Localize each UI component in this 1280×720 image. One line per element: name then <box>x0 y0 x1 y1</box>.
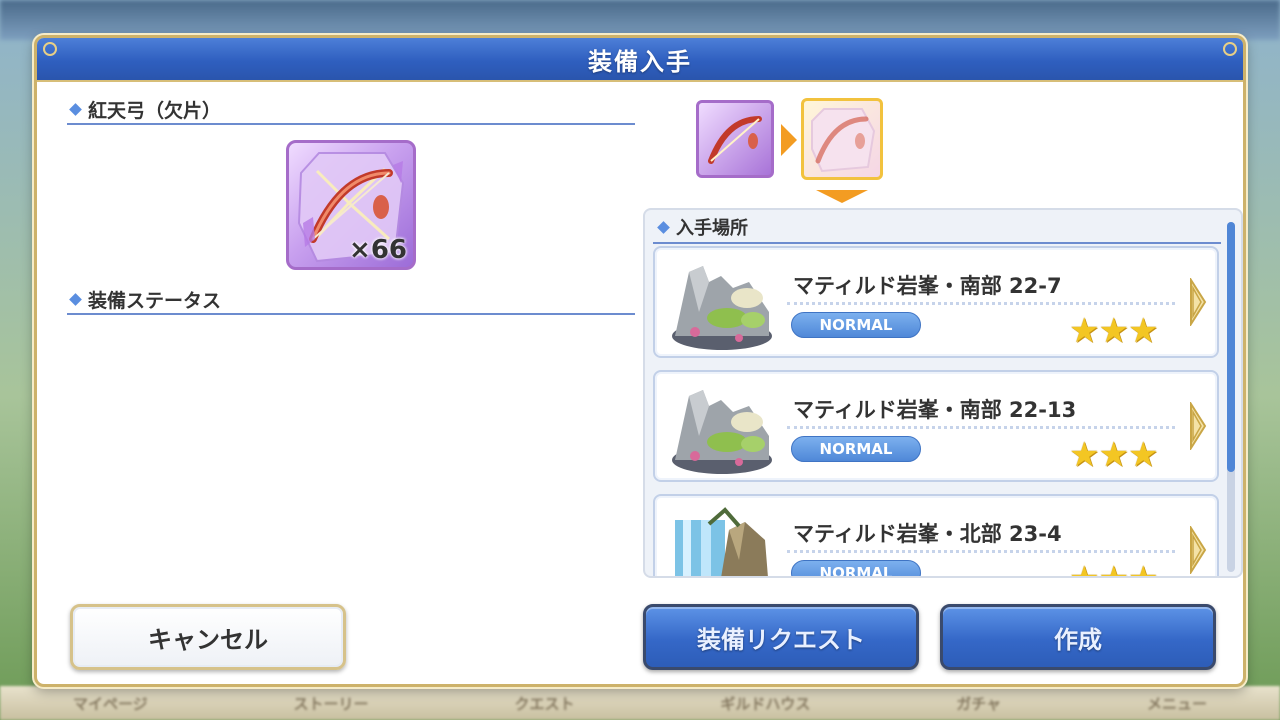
divider <box>67 313 635 315</box>
star-icon: ★ <box>1069 562 1099 576</box>
source-card[interactable]: マティルド岩峯・南部 22-7 NORMAL ★ ★ ★ <box>653 246 1219 358</box>
chevron-right-icon[interactable] <box>1189 278 1207 326</box>
star-rating: ★ ★ ★ <box>1069 435 1159 475</box>
source-card[interactable]: マティルド岩峯・南部 22-13 NORMAL ★ ★ ★ <box>653 370 1219 482</box>
background-top-bar <box>0 0 1280 40</box>
item-name-heading: 紅天弓（欠片） <box>67 96 221 123</box>
sources-label: 入手場所 <box>676 218 748 239</box>
acquisition-sources-panel[interactable]: 入手場所 マティルド岩峯・南部 22-7 NORMAL ★ ★ ★ マティルド岩… <box>643 208 1243 578</box>
dotted-divider <box>787 426 1175 429</box>
star-rating: ★ ★ ★ <box>1069 562 1158 576</box>
star-rating: ★ ★ ★ <box>1069 311 1159 351</box>
item-name: 紅天弓（欠片） <box>88 100 222 122</box>
item-quantity: ×66 <box>349 235 407 265</box>
crimson-bow-blueprint-icon[interactable] <box>801 98 883 180</box>
equipment-acquire-dialog: 装備入手 紅天弓（欠片） ×66 装備ステータス 入手場所 マティルド岩峯・南部… <box>34 35 1246 687</box>
background-bottom-nav: マイページ ストーリー クエスト ギルドハウス ガチャ メニュー <box>0 686 1280 720</box>
star-icon: ★ <box>1098 435 1129 475</box>
star-icon: ★ <box>1127 435 1159 475</box>
nav-quest: クエスト <box>514 694 575 713</box>
dialog-title: 装備入手 <box>588 47 692 76</box>
star-icon: ★ <box>1128 562 1158 576</box>
difficulty-badge: NORMAL <box>791 312 921 338</box>
status-heading: 装備ステータス <box>67 286 221 313</box>
rocky-peak-icon <box>672 266 772 350</box>
stage-name: マティルド岩峯・南部 22-7 <box>793 274 1062 298</box>
nav-gacha: ガチャ <box>956 694 1002 713</box>
nav-mypage: マイページ <box>72 694 148 713</box>
diamond-bullet-icon <box>657 220 670 234</box>
stage-name: マティルド岩峯・南部 22-13 <box>793 398 1077 422</box>
chevron-right-icon[interactable] <box>1189 402 1207 450</box>
chevron-right-icon[interactable] <box>1189 526 1207 574</box>
crimson-bow-fragment-icon[interactable] <box>696 100 774 178</box>
nav-menu: メニュー <box>1147 694 1208 713</box>
divider <box>653 242 1221 244</box>
crimson-bow-fragment-icon[interactable]: ×66 <box>286 140 416 270</box>
ornament-icon <box>1223 42 1237 56</box>
scrollbar-thumb[interactable] <box>1227 222 1235 472</box>
equipment-request-button[interactable]: 装備リクエスト <box>643 604 919 670</box>
star-icon: ★ <box>1098 311 1129 351</box>
star-icon: ★ <box>1069 435 1100 475</box>
arrow-down-icon <box>816 190 868 203</box>
difficulty-badge: NORMAL <box>791 560 921 576</box>
cancel-button[interactable]: キャンセル <box>70 604 346 670</box>
waterfall-cliff-icon <box>675 507 768 576</box>
source-card[interactable]: マティルド岩峯・北部 23-4 NORMAL ★ ★ ★ <box>653 494 1219 576</box>
dotted-divider <box>787 550 1175 553</box>
dialog-header: 装備入手 <box>37 38 1243 82</box>
star-icon: ★ <box>1127 311 1159 351</box>
dotted-divider <box>787 302 1175 305</box>
divider <box>67 123 635 125</box>
arrow-right-icon <box>781 124 797 156</box>
rocky-peak-icon <box>672 390 772 474</box>
diamond-bullet-icon <box>69 293 82 306</box>
nav-story: ストーリー <box>293 694 369 713</box>
nav-guildhouse: ギルドハウス <box>720 694 811 713</box>
stage-name: マティルド岩峯・北部 23-4 <box>793 522 1062 546</box>
status-label: 装備ステータス <box>88 290 222 312</box>
create-button[interactable]: 作成 <box>940 604 1216 670</box>
scrollbar[interactable] <box>1227 222 1235 572</box>
diamond-bullet-icon <box>69 103 82 116</box>
difficulty-badge: NORMAL <box>791 436 921 462</box>
sources-heading: 入手場所 <box>655 214 748 240</box>
star-icon: ★ <box>1098 562 1128 576</box>
ornament-icon <box>43 42 57 56</box>
star-icon: ★ <box>1069 311 1100 351</box>
